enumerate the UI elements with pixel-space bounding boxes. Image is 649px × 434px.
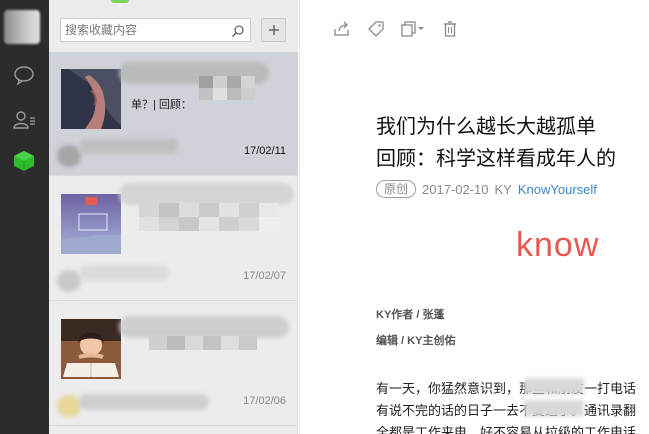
account-link[interactable]: KnowYourself: [518, 182, 597, 197]
paragraph-line: 全都是工作来电，好不容易从拉级的工作电话: [376, 426, 637, 434]
item-date: 17/02/11: [243, 145, 286, 157]
list-item[interactable]: 单？| 回顾： 17/02/11: [49, 52, 298, 176]
plus-icon: [268, 25, 279, 35]
blurred-source: [79, 394, 209, 410]
article-toolbar: [332, 18, 460, 40]
article-date: 2017-02-10: [422, 181, 489, 197]
search-icon[interactable]: [231, 23, 245, 38]
paragraph-line: 有一天，你猛然意识到，那些和朋友一打电话: [376, 382, 637, 397]
article-meta: 原创 2017-02-10 KY KnowYourself: [376, 179, 597, 199]
article-title: 我们为什么越长大越孤单 回顾：科学这样看成年人的: [376, 110, 649, 174]
share-icon[interactable]: [332, 19, 352, 39]
item-thumbnail: [61, 319, 121, 379]
source-avatar: [57, 395, 81, 417]
paragraph-line: 有说不完的话的日子一去不复返了。通讯录翻: [376, 404, 637, 419]
source-avatar: [57, 145, 81, 167]
add-button[interactable]: [261, 18, 286, 42]
blurred-mosaic: [139, 203, 279, 231]
blurred-title: [119, 183, 294, 205]
chat-icon[interactable]: [12, 63, 36, 87]
blurred-mosaic: [149, 336, 257, 350]
blurred-source: [79, 138, 179, 154]
item-date: 17/02/07: [243, 270, 286, 282]
byline-author: KY作者 / 张蓬: [376, 309, 445, 321]
tab-accent: [111, 0, 129, 3]
blurred-mosaic: [199, 76, 255, 100]
search-box[interactable]: [60, 18, 251, 42]
redaction: [524, 378, 584, 394]
know-logo: know: [516, 226, 600, 264]
item-thumbnail: [61, 69, 121, 129]
item-thumbnail: [61, 194, 121, 254]
original-badge: 原创: [376, 180, 417, 198]
tag-icon[interactable]: [366, 19, 386, 39]
article-author: KY: [494, 181, 512, 197]
left-nav-rail: [0, 0, 49, 434]
list-item[interactable]: 17/02/07: [49, 177, 298, 301]
search-input[interactable]: [65, 21, 225, 39]
redaction: [524, 400, 584, 416]
delete-icon[interactable]: [440, 19, 460, 39]
article-title-line-1: 我们为什么越长大越孤单: [376, 114, 596, 138]
blurred-title: [119, 316, 289, 338]
avatar[interactable]: [4, 10, 40, 44]
byline-editor: 编辑 / KY主创佑: [376, 335, 456, 347]
blurred-source: [79, 265, 169, 281]
copy-dropdown-icon[interactable]: [400, 19, 426, 39]
favorites-cube-icon[interactable]: [12, 149, 36, 173]
article-title-line-2: 回顾：科学这样看成年人的: [376, 146, 616, 170]
favorites-window: 单？| 回顾： 17/02/11 17/02/07: [0, 0, 649, 434]
source-avatar: [57, 270, 81, 292]
item-snippet: 单？| 回顾：: [131, 99, 192, 111]
list-item[interactable]: 17/02/06: [49, 302, 298, 426]
article-pane: 我们为什么越长大越孤单 回顾：科学这样看成年人的 原创 2017-02-10 K…: [299, 0, 649, 434]
item-date: 17/02/06: [243, 395, 286, 407]
favorites-list-panel: 单？| 回顾： 17/02/11 17/02/07: [49, 0, 348, 434]
list-header: [49, 0, 298, 52]
contacts-icon[interactable]: [12, 108, 36, 132]
